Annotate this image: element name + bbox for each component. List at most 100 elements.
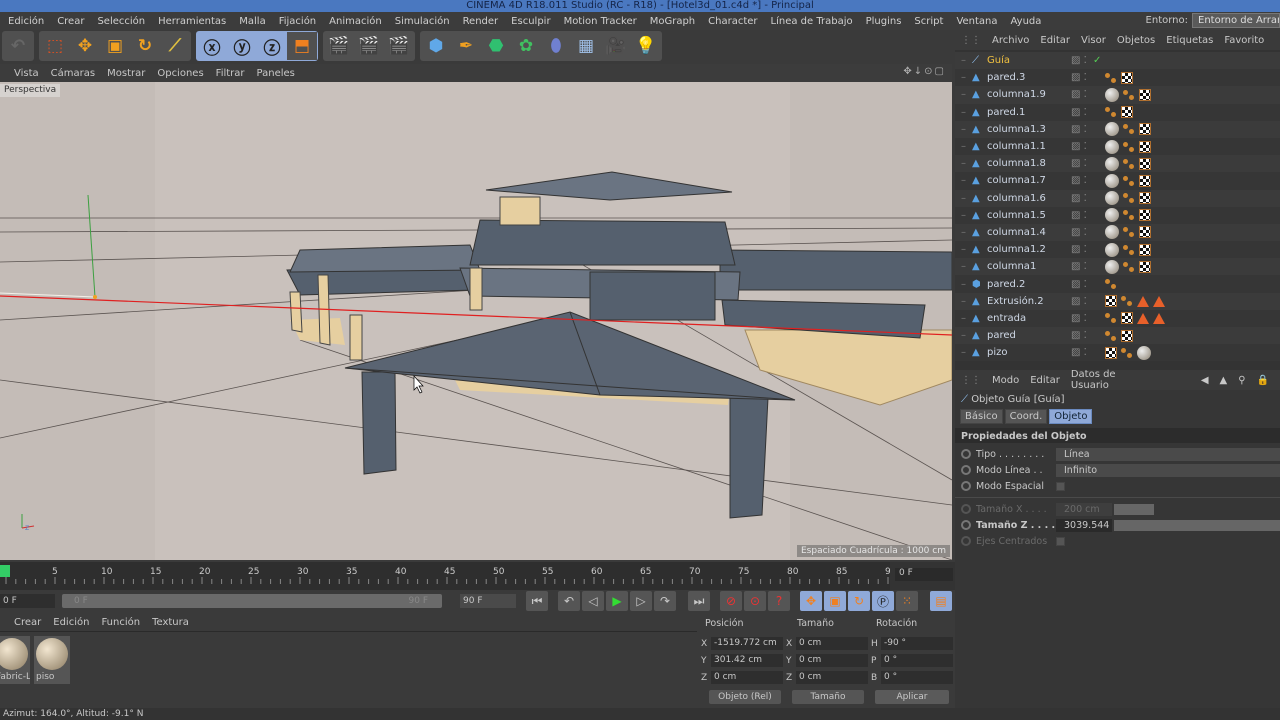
object-name[interactable]: columna1.8 (987, 158, 1046, 169)
material-tag-icon[interactable] (1105, 242, 1119, 257)
size-z-field[interactable]: 0 cm (796, 671, 868, 684)
phong-tag-icon[interactable] (1123, 244, 1135, 256)
tamano-x-field[interactable]: 200 cm (1056, 502, 1112, 516)
check-icon[interactable]: ✓ (1093, 55, 1101, 66)
material-piso[interactable]: piso (34, 636, 70, 684)
visibility-toggle-icon[interactable]: ▨ ⁚ (1071, 72, 1101, 83)
object-name[interactable]: pared.1 (987, 107, 1025, 118)
menu-ventana[interactable]: Ventana (956, 16, 997, 27)
coordinate-system-icon[interactable]: ⬒ (287, 32, 317, 60)
phong-tag-icon[interactable] (1123, 226, 1135, 238)
coordinate-mode-dropdown[interactable]: Objeto (Rel) (709, 690, 781, 704)
size-y-field[interactable]: 0 cm (796, 654, 868, 667)
material-tag-icon[interactable] (1105, 259, 1119, 274)
visibility-toggle-icon[interactable]: ▨ ⁚ (1071, 227, 1101, 238)
live-selection-icon[interactable]: ⬚ (40, 32, 70, 60)
rotation-h-field[interactable]: -90 ° (881, 637, 953, 650)
render-picture-viewer-icon[interactable]: 🎬 (354, 32, 384, 60)
om-menu-objetos[interactable]: Objetos (1117, 35, 1155, 46)
om-menu-favorito[interactable]: Favorito (1224, 35, 1264, 46)
viewport-menu-opciones[interactable]: Opciones (157, 68, 203, 79)
next-key-icon[interactable]: ↷ (654, 591, 676, 611)
render-settings-icon[interactable]: 🎬 (384, 32, 414, 60)
menu-simulacion[interactable]: Simulación (395, 16, 450, 27)
texture-tag-icon[interactable] (1139, 192, 1151, 205)
visibility-toggle-icon[interactable]: ▨ ⁚ (1071, 175, 1101, 186)
mm-menu-funcion[interactable]: Función (101, 617, 140, 628)
object-row[interactable]: – ▲ entrada ▨ ⁚ (955, 309, 1280, 327)
size-mode-dropdown[interactable]: Tamaño (792, 690, 864, 704)
viewport-menu-filtrar[interactable]: Filtrar (216, 68, 245, 79)
rotation-p-field[interactable]: 0 ° (881, 654, 953, 667)
tamano-z-field[interactable]: 3039.544 (1056, 518, 1112, 532)
menu-ayuda[interactable]: Ayuda (1011, 16, 1042, 27)
viewport-menu-paneles[interactable]: Paneles (257, 68, 295, 79)
material-tag-icon[interactable] (1137, 345, 1151, 360)
keyframe-selection-icon[interactable]: ? (768, 591, 790, 611)
menu-character[interactable]: Character (708, 16, 757, 27)
mm-menu-crear[interactable]: Crear (14, 617, 41, 628)
phong-tag-icon[interactable] (1121, 347, 1133, 359)
animate-radio[interactable] (961, 536, 971, 546)
timeline[interactable]: 051015202530354045505560657075808590 0 F (0, 562, 955, 590)
tamano-x-slider[interactable] (1114, 503, 1154, 515)
texture-tag-icon[interactable] (1139, 226, 1151, 239)
visibility-toggle-icon[interactable]: ▨ ⁚ (1071, 210, 1101, 221)
visibility-toggle-icon[interactable]: ▨ ⁚ (1071, 89, 1101, 100)
om-menu-etiquetas[interactable]: Etiquetas (1166, 35, 1213, 46)
menu-render[interactable]: Render (463, 16, 499, 27)
phong-tag-icon[interactable] (1123, 158, 1135, 170)
visibility-toggle-icon[interactable]: ▨ ⁚ (1071, 141, 1101, 152)
menu-herramientas[interactable]: Herramientas (158, 16, 226, 27)
object-name[interactable]: entrada (987, 313, 1026, 324)
object-row[interactable]: – ▲ columna1.7 ▨ ⁚ (955, 172, 1280, 190)
position-x-field[interactable]: -1519.772 cm (711, 637, 783, 650)
record-icon[interactable]: ⊘ (720, 591, 742, 611)
object-row[interactable]: – ▲ pared.3 ▨ ⁚ (955, 69, 1280, 87)
go-to-start-icon[interactable]: ⏮ (526, 591, 548, 611)
texture-tag-icon[interactable] (1121, 71, 1133, 84)
viewport-menu-mostrar[interactable]: Mostrar (107, 68, 145, 79)
3d-viewport[interactable]: z (0, 82, 952, 560)
play-icon[interactable]: ▶ (606, 591, 628, 611)
timeline-ruler[interactable]: 051015202530354045505560657075808590 (0, 562, 890, 590)
cloner-icon[interactable]: ✿ (511, 32, 541, 60)
object-name[interactable]: pizo (987, 347, 1008, 358)
object-name[interactable]: pared (987, 330, 1016, 341)
mm-menu-textura[interactable]: Textura (152, 617, 189, 628)
object-name[interactable]: columna1.9 (987, 89, 1046, 100)
texture-tag-icon[interactable] (1121, 312, 1133, 325)
current-frame-field[interactable]: 0 F (895, 568, 953, 581)
object-row[interactable]: – ▲ columna1.8 ▨ ⁚ (955, 155, 1280, 173)
material-tag-icon[interactable] (1105, 156, 1119, 171)
up-arrow-icon[interactable]: ▲ (1220, 375, 1228, 386)
move-icon[interactable]: ✥ (70, 32, 100, 60)
texture-tag-icon[interactable] (1139, 157, 1151, 170)
visibility-toggle-icon[interactable]: ▨ ⁚ (1071, 347, 1101, 358)
material-tag-icon[interactable] (1105, 191, 1119, 206)
object-name[interactable]: columna1.1 (987, 141, 1046, 152)
object-row[interactable]: – ▲ columna1.5 ▨ ⁚ (955, 206, 1280, 224)
z-axis-icon[interactable]: ⓩ (257, 32, 287, 60)
visibility-toggle-icon[interactable]: ▨ ⁚ (1071, 261, 1101, 272)
object-row[interactable]: – ▲ columna1.6 ▨ ⁚ (955, 189, 1280, 207)
visibility-toggle-icon[interactable]: ▨ ⁚ (1071, 313, 1101, 324)
object-row[interactable]: – ▲ pared.1 ▨ ⁚ (955, 103, 1280, 121)
texture-tag-icon[interactable] (1105, 295, 1117, 308)
am-menu-editar[interactable]: Editar (1030, 375, 1060, 386)
next-frame-icon[interactable]: ▷ (630, 591, 652, 611)
visibility-toggle-icon[interactable]: ▨ ⁚ (1071, 244, 1101, 255)
visibility-toggle-icon[interactable]: ▨ ⁚ (1071, 193, 1101, 204)
phong-tag-icon[interactable] (1105, 72, 1117, 84)
texture-tag-icon[interactable] (1139, 174, 1151, 187)
lock-icon[interactable]: 🔒 (1257, 375, 1269, 386)
animate-radio[interactable] (961, 465, 971, 475)
texture-tag-icon[interactable] (1139, 209, 1151, 222)
texture-tag-icon[interactable] (1139, 260, 1151, 273)
y-axis-icon[interactable]: ⓨ (227, 32, 257, 60)
object-row[interactable]: – ▲ columna1.1 ▨ ⁚ (955, 137, 1280, 156)
phong-tag-icon[interactable] (1123, 89, 1135, 101)
phong-tag-icon[interactable] (1105, 278, 1117, 290)
tab-basico[interactable]: Básico (960, 409, 1003, 424)
object-name[interactable]: columna1.7 (987, 175, 1046, 186)
